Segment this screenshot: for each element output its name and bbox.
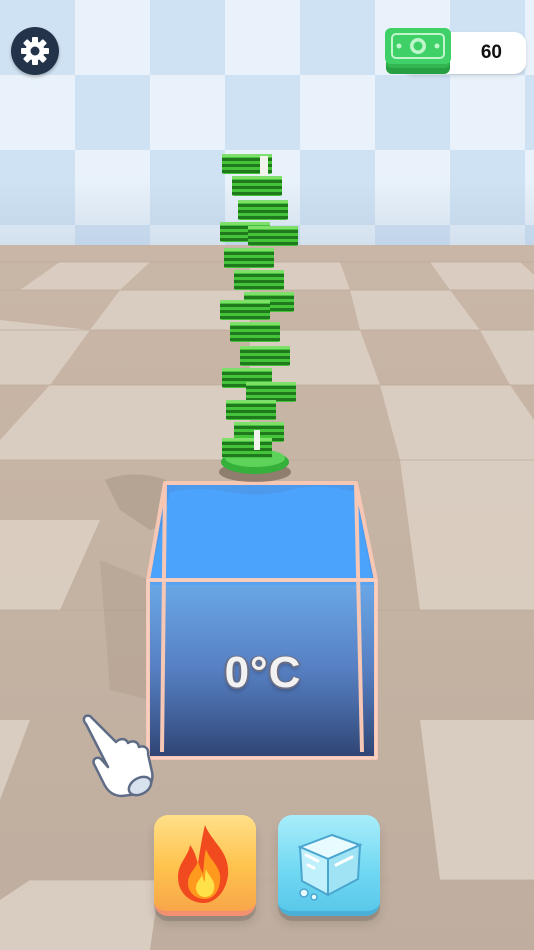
pointing-hand-icon: [82, 714, 154, 798]
flame-icon: [178, 825, 229, 903]
gear-icon: [21, 37, 49, 65]
ice-cube-icon: [297, 833, 363, 901]
money-tower: [219, 154, 298, 482]
temperature-readout: 0°C: [224, 648, 302, 697]
cash-amount: 60: [480, 42, 502, 63]
banknote-stack-icon: [385, 28, 451, 74]
freeze-button[interactable]: [278, 815, 380, 916]
settings-button[interactable]: [11, 27, 59, 75]
heat-button[interactable]: [154, 815, 256, 916]
